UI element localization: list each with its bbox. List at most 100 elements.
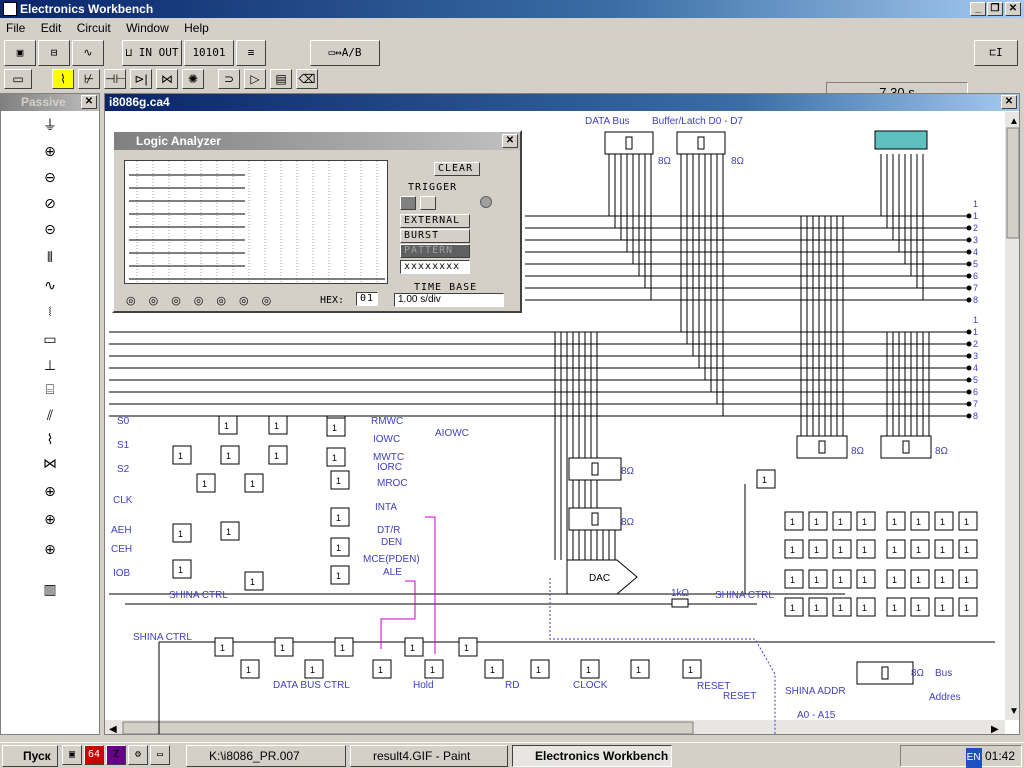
probe-display[interactable] [874,130,928,150]
bus-terminal [966,413,972,419]
transistor-bin-icon[interactable]: ⊬ [78,69,100,89]
trigger-falling-button[interactable] [420,196,436,210]
capacitor-bin-icon[interactable]: ⊣⊢ [104,69,126,89]
parts-bin-close-button[interactable]: ✕ [81,95,97,109]
menu-help[interactable]: Help [178,18,215,38]
inductor-icon[interactable]: ∿ [35,274,65,298]
quicklaunch-64-icon[interactable]: 64 [84,745,104,765]
gate-symbol: 1 [892,517,897,527]
scroll-up-icon[interactable]: ▲ [1009,116,1019,127]
function-generator-icon[interactable]: ⊟ [38,40,70,66]
start-button[interactable]: Пуск [2,745,58,767]
menu-edit[interactable]: Edit [35,18,68,38]
gate-symbol: 1 [862,603,867,613]
ic-icon[interactable]: ▥ [35,570,65,610]
ohm-label-4: 8Ω [621,517,635,528]
logic-analyzer-display [124,160,388,284]
fm-source-icon[interactable]: ⊕ [35,538,65,562]
resistor-bin-icon[interactable]: ⌇ [52,69,74,89]
quicklaunch-window-icon[interactable]: ▭ [150,745,170,765]
time-base-field[interactable]: 1.00 s/div [394,293,504,307]
eraser-bin-icon[interactable]: ⌫ [296,69,318,89]
gate-symbol: 1 [964,603,969,613]
vertical-scroll-thumb[interactable] [1006,127,1019,239]
pattern-value-field[interactable]: xxxxxxxx [400,260,470,274]
logic-analyzer-close-button[interactable]: ✕ [502,134,518,148]
gate-symbol: 1 [202,479,207,489]
gate-bin-icon[interactable]: ⊃ [218,69,240,89]
task-workbench-label: Electronics Workbench [535,749,669,763]
ab-switch-button[interactable]: ▭↔A/B [310,40,380,66]
external-button[interactable]: EXTERNAL [400,214,470,228]
gate-symbol: 1 [814,545,819,555]
word-generator-button[interactable]: 10101 [184,40,234,66]
multimeter-icon[interactable]: ▣ [4,40,36,66]
task-explorer[interactable]: K:\i8086_PR.007 [186,745,346,767]
current-source-icon[interactable]: ⊖ [35,166,65,190]
scroll-right-icon[interactable]: ▶ [991,724,999,735]
transformer-icon[interactable]: ⧙ [35,300,65,324]
bus-number-label: 8 [973,295,978,305]
task-workbench[interactable]: Electronics Workbench [512,745,672,767]
restore-button[interactable]: ❐ [987,2,1003,16]
menu-circuit[interactable]: Circuit [71,18,117,38]
crystal-icon[interactable]: ⋈ [35,452,65,476]
latch-resistor [818,440,826,454]
bus-terminal [966,297,972,303]
clock-source-icon[interactable]: ⊕ [35,480,65,504]
power-switch-icon[interactable]: ⊏I [974,40,1018,66]
ac-source-icon[interactable]: ⊘ [35,192,65,216]
quicklaunch-tools-icon[interactable]: ⚙ [128,745,148,765]
horizontal-scroll-thumb[interactable] [122,721,694,734]
ac-current-icon[interactable]: ⊝ [35,218,65,242]
language-indicator[interactable]: EN [965,748,982,768]
gate-symbol: 1 [220,643,225,653]
gate-symbol: 1 [178,529,183,539]
mosfet-bin-icon[interactable]: ⋈ [156,69,178,89]
menu-window[interactable]: Window [120,18,175,38]
diode-bin-icon[interactable]: ⊳| [130,69,152,89]
ohm-label-7: 8Ω [911,668,925,679]
task-paint[interactable]: result4.GIF - Paint [350,745,508,767]
burst-button[interactable]: BURST [400,229,470,243]
oscilloscope-icon[interactable]: ∿ [72,40,104,66]
relay-icon[interactable]: ⌸ [35,378,65,402]
menu-file[interactable]: File [0,18,31,38]
trigger-rising-button[interactable] [400,196,416,210]
ground-icon[interactable]: ⏚ [35,114,65,138]
minimize-button[interactable]: _ [970,2,986,16]
gate-symbol: 1 [490,665,495,675]
bus-number-label: 6 [973,271,978,281]
capacitor-icon[interactable]: ⫴ [35,246,65,270]
opamp-bin-icon[interactable]: ▷ [244,69,266,89]
led-bin-icon[interactable]: ✺ [182,69,204,89]
am-source-icon[interactable]: ⊕ [35,508,65,532]
taskbar: Пуск ▣ 64 Z ⚙ ▭ K:\i8086_PR.007 result4.… [0,742,1024,768]
battery-5v-icon[interactable]: ▭ [35,328,65,352]
analyzer-channel-inputs[interactable]: ◎◎◎◎◎◎◎ [126,294,284,307]
gate-symbol: 1 [940,517,945,527]
clear-button[interactable]: CLEAR [434,162,480,176]
bus-terminal [966,285,972,291]
desktop-icon[interactable]: ▣ [62,745,82,765]
bode-plotter-icon[interactable]: ⊔ IN OUT [122,40,182,66]
aeh-label: AEH [111,525,132,536]
battery-icon[interactable]: ▭ [4,69,32,89]
pattern-button[interactable]: PATTERN [400,244,470,258]
potentiometer-icon[interactable]: ⌇ [35,428,65,452]
close-button[interactable]: ✕ [1005,2,1021,16]
quicklaunch-z-icon[interactable]: Z [106,745,126,765]
bus-number-label: 3 [973,351,978,361]
digital-bin-icon[interactable]: ▤ [270,69,292,89]
scroll-left-icon[interactable]: ◀ [109,724,117,735]
dtr-label: DT/R [377,525,400,536]
gate-symbol: 1 [838,517,843,527]
vcc-icon[interactable]: ⊥ [35,354,65,378]
logic-analyzer-icon[interactable]: ≡ [236,40,266,66]
resistor-1k[interactable] [671,598,689,608]
hex-value-field[interactable]: 01 [356,292,378,306]
variable-capacitor-icon[interactable]: ⫽ [35,404,65,428]
bus-label: Bus [935,668,952,679]
dc-source-icon[interactable]: ⊕ [35,140,65,164]
scroll-down-icon[interactable]: ▼ [1009,706,1019,717]
